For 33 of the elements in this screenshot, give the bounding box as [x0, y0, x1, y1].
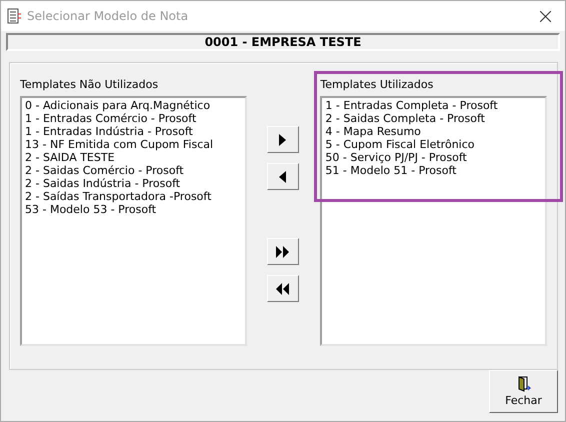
close-icon: [540, 10, 550, 22]
remove-button[interactable]: [266, 163, 299, 190]
door-exit-icon: [516, 376, 530, 392]
company-name: 0001 - EMPRESA TESTE: [204, 35, 362, 49]
template-list[interactable]: [20, 96, 247, 346]
left-arrow-icon: [279, 170, 286, 182]
list-item[interactable]: 1 - Entradas Comércio - Prosoft: [25, 112, 242, 125]
list-item[interactable]: 1 - Entradas Indústria - Prosoft: [25, 125, 242, 138]
list-item[interactable]: 13 - NF Emitida com Cupom Fiscal: [25, 138, 242, 151]
list-item[interactable]: 2 - Saidas Completa - Prosoft: [325, 112, 542, 125]
close-dialog-button[interactable]: Fechar: [489, 370, 558, 413]
list-label: Templates Utilizados: [320, 78, 434, 91]
list-item[interactable]: 2 - Saidas Comércio - Prosoft: [25, 164, 242, 177]
template-list[interactable]: 1 - Entradas Completa - Prosoft 2 - Saidas Completa - Prosoft 4 - Mapa Resumo 5 - Cupom Fiscal Eletrônico 50 - Serviço PJ/PJ - Prosoft 51 - Modelo 51 - Prosoft: [320, 96, 548, 346]
add-all-button[interactable]: [266, 238, 299, 265]
list-item[interactable]: 4 - Mapa Resumo: [325, 125, 542, 138]
list-item[interactable]: 50 - Serviço PJ/PJ - Prosoft: [325, 151, 542, 164]
add-button[interactable]: [266, 126, 299, 153]
list-item[interactable]: 0 - Adicionais para Arq.Magnético: [25, 99, 242, 112]
list-item[interactable]: 5 - Cupom Fiscal Eletrônico: [325, 138, 542, 151]
list-item[interactable]: 1 - Entradas Completa - Prosoft: [325, 99, 542, 112]
remove-all-button[interactable]: [266, 275, 299, 302]
double-right-arrow-icon: [276, 246, 290, 258]
double-left-arrow-icon: [276, 282, 290, 294]
list-item[interactable]: 2 - Saídas Transportadora -Prosoft: [25, 190, 242, 203]
document-icon: [7, 8, 21, 24]
list-label: Templates Não Utilizados: [20, 78, 158, 91]
list-item[interactable]: 51 - Modelo 51 - Prosoft: [325, 164, 542, 177]
right-arrow-icon: [279, 134, 286, 146]
window-title: Selecionar Modelo de Nota: [27, 9, 190, 23]
list-item[interactable]: 2 - Saidas Indústria - Prosoft: [25, 177, 242, 190]
list-item[interactable]: 53 - Modelo 53 - Prosoft: [25, 203, 242, 216]
list-item[interactable]: 2 - SAIDA TESTE: [25, 151, 242, 164]
